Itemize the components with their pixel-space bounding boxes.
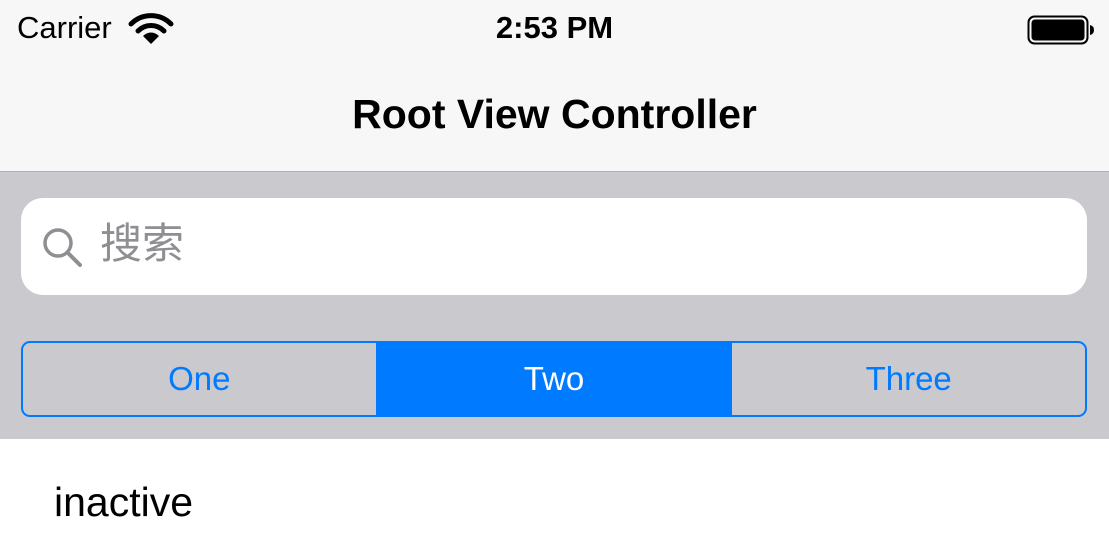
battery-icon xyxy=(1027,15,1095,45)
table-header: 搜索 One Two Three xyxy=(0,172,1109,439)
status-time: 2:53 PM xyxy=(495,10,614,45)
segment-two[interactable]: Two xyxy=(375,343,731,415)
navigation-bar: Root View Controller xyxy=(0,58,1109,172)
segmented-control[interactable]: One Two Three xyxy=(21,341,1087,417)
search-icon xyxy=(41,226,83,268)
segment-three[interactable]: Three xyxy=(730,343,1085,415)
status-bar: Carrier 2:53 PM xyxy=(0,0,1109,58)
search-placeholder: 搜索 xyxy=(100,219,185,268)
segment-one[interactable]: One xyxy=(23,343,376,415)
list-item-label: inactive xyxy=(54,479,194,525)
page-title: Root View Controller xyxy=(352,91,757,137)
